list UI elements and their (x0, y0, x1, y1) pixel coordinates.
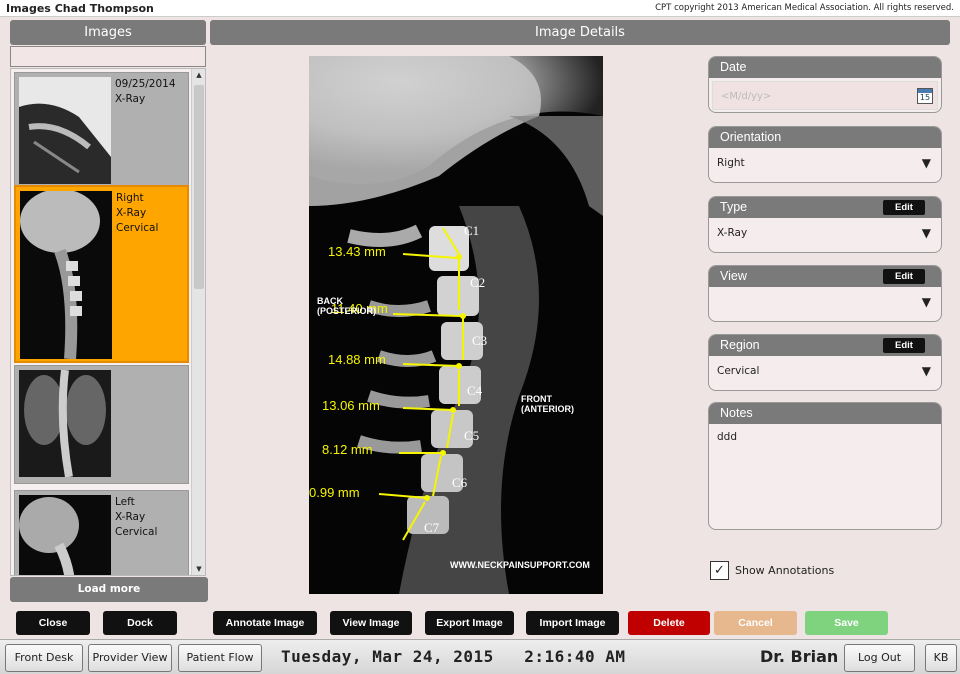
image-filter-input[interactable] (10, 46, 206, 67)
measurement-label: 14.88 mm (328, 352, 386, 367)
scroll-up-icon[interactable]: ▲ (192, 69, 205, 81)
thumbnail-orientation: Left (115, 496, 135, 508)
xray-thumbnail-image (19, 370, 111, 477)
xray-image-viewer[interactable]: 13.43 mm 11.40 mm 14.88 mm 13.06 mm 8.12… (309, 56, 603, 594)
image-thumbnail-list[interactable]: 09/25/2014 X-Ray Right X-Ray Cervical Le… (10, 68, 206, 576)
delete-button[interactable]: Delete (628, 611, 710, 635)
thumbnail-meta: 09/25/2014 X-Ray (115, 77, 176, 107)
thumbnail-region: Cervical (116, 222, 159, 234)
xray-watermark: WWW.NECKPAINSUPPORT.COM (450, 560, 590, 570)
current-time: 2:16:40 AM (524, 647, 626, 666)
image-thumbnail-1[interactable]: 09/25/2014 X-Ray (14, 72, 189, 191)
cancel-button[interactable]: Cancel (714, 611, 797, 635)
front-desk-button[interactable]: Front Desk (5, 644, 83, 672)
vertebra-label: C3 (472, 333, 488, 348)
vertebra-label: C2 (470, 275, 486, 290)
dropdown-arrow-icon: ▼ (921, 364, 931, 378)
kb-button[interactable]: KB (925, 644, 957, 672)
type-select[interactable]: X-Ray ▼ (709, 218, 941, 248)
annotate-image-button[interactable]: Annotate Image (213, 611, 317, 635)
type-edit-button[interactable]: Edit (883, 200, 925, 215)
measurement-label: 8.12 mm (322, 442, 373, 457)
xray-thumbnail-image (20, 191, 112, 359)
vertebra-label: C6 (452, 475, 468, 490)
notes-textarea[interactable]: ddd (709, 424, 941, 524)
thumbnail-region: Cervical (115, 526, 158, 538)
current-date: Tuesday, Mar 24, 2015 (281, 647, 494, 666)
scroll-down-icon[interactable]: ▼ (192, 563, 205, 575)
anterior-label: FRONT (ANTERIOR) (521, 394, 574, 414)
show-annotations-checkbox[interactable]: ✓ (710, 561, 729, 580)
vertebra-label: C7 (424, 520, 440, 535)
region-edit-button[interactable]: Edit (883, 338, 925, 353)
calendar-icon[interactable]: 15 (917, 88, 933, 104)
save-button[interactable]: Save (805, 611, 888, 635)
vertebra-label: C5 (464, 428, 480, 443)
close-button[interactable]: Close (16, 611, 90, 635)
dropdown-arrow-icon: ▼ (921, 226, 931, 240)
import-image-button[interactable]: Import Image (526, 611, 619, 635)
image-thumbnail-3[interactable] (14, 365, 189, 484)
image-thumbnail-2[interactable]: Right X-Ray Cervical (14, 185, 189, 363)
vertebra-label: C1 (464, 223, 480, 238)
thumbnail-orientation: Right (116, 192, 144, 204)
thumbnail-type: X-Ray (115, 93, 146, 105)
title-bar: Images Chad Thompson CPT copyright 2013 … (0, 0, 960, 17)
current-datetime: Tuesday, Mar 24, 2015 2:16:40 AM (281, 647, 626, 666)
orientation-select[interactable]: Right ▼ (709, 148, 941, 178)
xray-thumbnail-image (19, 77, 111, 184)
view-label: View Edit (709, 266, 941, 287)
measurement-label: 0.99 mm (309, 485, 360, 500)
view-field: View Edit ▼ (708, 265, 942, 322)
notes-field: Notes ddd (708, 402, 942, 530)
orientation-label: Orientation (709, 127, 941, 148)
region-select[interactable]: Cervical ▼ (709, 356, 941, 386)
date-field: Date <M/d/yy> 15 (708, 56, 942, 113)
thumbnail-type: X-Ray (116, 207, 147, 219)
window-title: Images Chad Thompson (6, 2, 154, 15)
image-thumbnail-4[interactable]: Left X-Ray Cervical (14, 490, 189, 575)
current-user: Dr. Brian (760, 647, 839, 666)
provider-view-button[interactable]: Provider View (88, 644, 172, 672)
thumbnail-scrollbar[interactable]: ▲ ▼ (191, 69, 205, 575)
log-out-button[interactable]: Log Out (844, 644, 915, 672)
thumbnail-type: X-Ray (115, 511, 146, 523)
measurement-label: 13.43 mm (328, 244, 386, 259)
dropdown-arrow-icon: ▼ (921, 295, 931, 309)
view-image-button[interactable]: View Image (330, 611, 412, 635)
xray-thumbnail-image (19, 495, 111, 575)
dock-button[interactable]: Dock (103, 611, 177, 635)
xray-image (309, 56, 603, 594)
export-image-button[interactable]: Export Image (425, 611, 514, 635)
dropdown-arrow-icon: ▼ (921, 156, 931, 170)
show-annotations-label: Show Annotations (735, 564, 835, 577)
scrollbar-thumb[interactable] (194, 85, 204, 289)
view-edit-button[interactable]: Edit (883, 269, 925, 284)
vertebra-label: C4 (467, 383, 483, 398)
date-input[interactable]: <M/d/yy> 15 (712, 81, 938, 110)
type-label: Type Edit (709, 197, 941, 218)
date-label: Date (709, 57, 941, 78)
orientation-field: Orientation Right ▼ (708, 126, 942, 183)
view-select[interactable]: ▼ (709, 287, 941, 317)
copyright-notice: CPT copyright 2013 American Medical Asso… (655, 3, 954, 13)
region-label: Region Edit (709, 335, 941, 356)
load-more-button[interactable]: Load more (10, 577, 208, 602)
notes-label: Notes (709, 403, 941, 424)
thumbnail-date: 09/25/2014 (115, 78, 176, 90)
images-panel-header: Images (10, 20, 206, 45)
region-field: Region Edit Cervical ▼ (708, 334, 942, 391)
image-details-header: Image Details (210, 20, 950, 45)
posterior-label: BACK (POSTERIOR) (317, 296, 377, 316)
type-field: Type Edit X-Ray ▼ (708, 196, 942, 253)
patient-flow-button[interactable]: Patient Flow (178, 644, 262, 672)
measurement-label: 13.06 mm (322, 398, 380, 413)
thumbnail-meta: Left X-Ray Cervical (115, 495, 157, 540)
thumbnail-meta: Right X-Ray Cervical (116, 191, 158, 236)
bottom-nav-bar: Front Desk Provider View Patient Flow Tu… (0, 639, 960, 674)
